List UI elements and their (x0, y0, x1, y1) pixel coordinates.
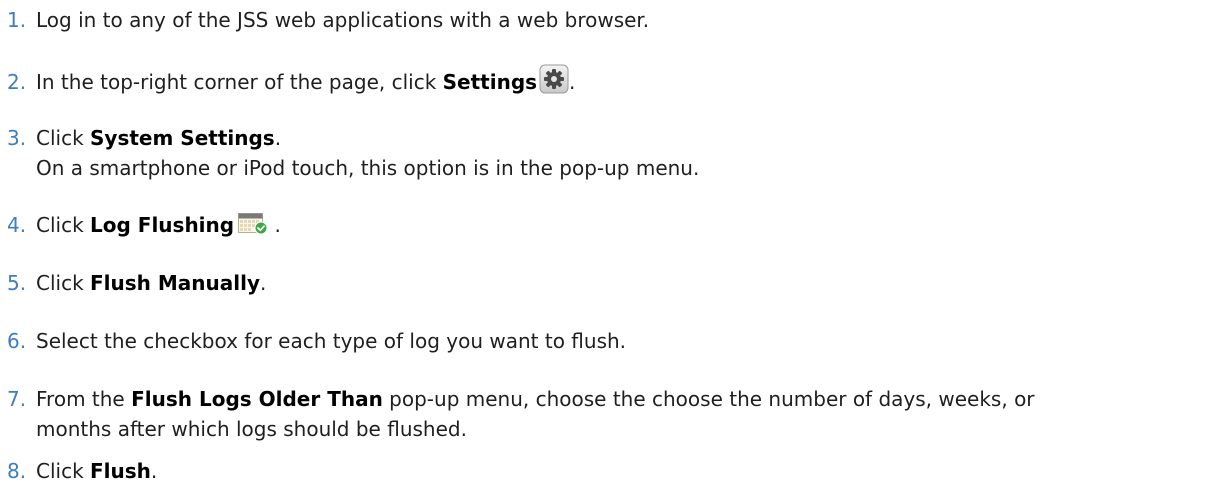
step-text: Click System Settings. (36, 126, 282, 150)
ui-term-flush-manually: Flush Manually (90, 271, 260, 295)
step-text: From the Flush Logs Older Than pop-up me… (36, 387, 1035, 411)
step-text: In the top-right corner of the page, cli… (36, 64, 575, 94)
step-3: 3. Click System Settings. On a smartphone… (7, 123, 1212, 183)
step-5: 5. Click Flush Manually. (7, 268, 1212, 298)
step-number: 2. (7, 70, 27, 94)
step-text: Click Flush Manually. (36, 271, 267, 295)
step-4: 4. Click Log Flushing . (7, 210, 1212, 240)
step-continuation: months after which logs should be flushe… (36, 417, 467, 441)
step-text: Click Log Flushing . (36, 213, 281, 237)
step-6: 6. Select the checkbox for each type of l… (7, 326, 1212, 356)
step-7: 7. From the Flush Logs Older Than pop-up … (7, 384, 1212, 444)
step-1: 1. Log in to any of the JSS web applicati… (7, 5, 1212, 35)
gear-icon (539, 64, 569, 94)
step-number: 7. (7, 387, 27, 411)
step-number: 3. (7, 126, 27, 150)
ui-term-settings: Settings (442, 70, 538, 94)
step-text: Log in to any of the JSS web application… (36, 8, 650, 32)
step-number: 4. (7, 213, 27, 237)
ui-term-system-settings: System Settings (90, 126, 275, 150)
step-text: Select the checkbox for each type of log… (36, 329, 627, 353)
step-8: 8. Click Flush. (7, 456, 1212, 486)
ui-term-flush-logs-older-than: Flush Logs Older Than (131, 387, 383, 411)
step-number: 5. (7, 271, 27, 295)
calendar-check-icon (238, 213, 268, 235)
procedure-steps: 1. Log in to any of the JSS web applicati… (0, 0, 1220, 494)
step-2: 2. In the top-right corner of the page, c… (7, 64, 1212, 97)
step-number: 6. (7, 329, 27, 353)
step-text: Click Flush. (36, 459, 158, 483)
step-continuation: On a smartphone or iPod touch, this opti… (36, 156, 700, 180)
ui-term-log-flushing: Log Flushing (90, 213, 235, 237)
step-number: 1. (7, 8, 27, 32)
ui-term-flush: Flush (90, 459, 151, 483)
step-number: 8. (7, 459, 27, 483)
